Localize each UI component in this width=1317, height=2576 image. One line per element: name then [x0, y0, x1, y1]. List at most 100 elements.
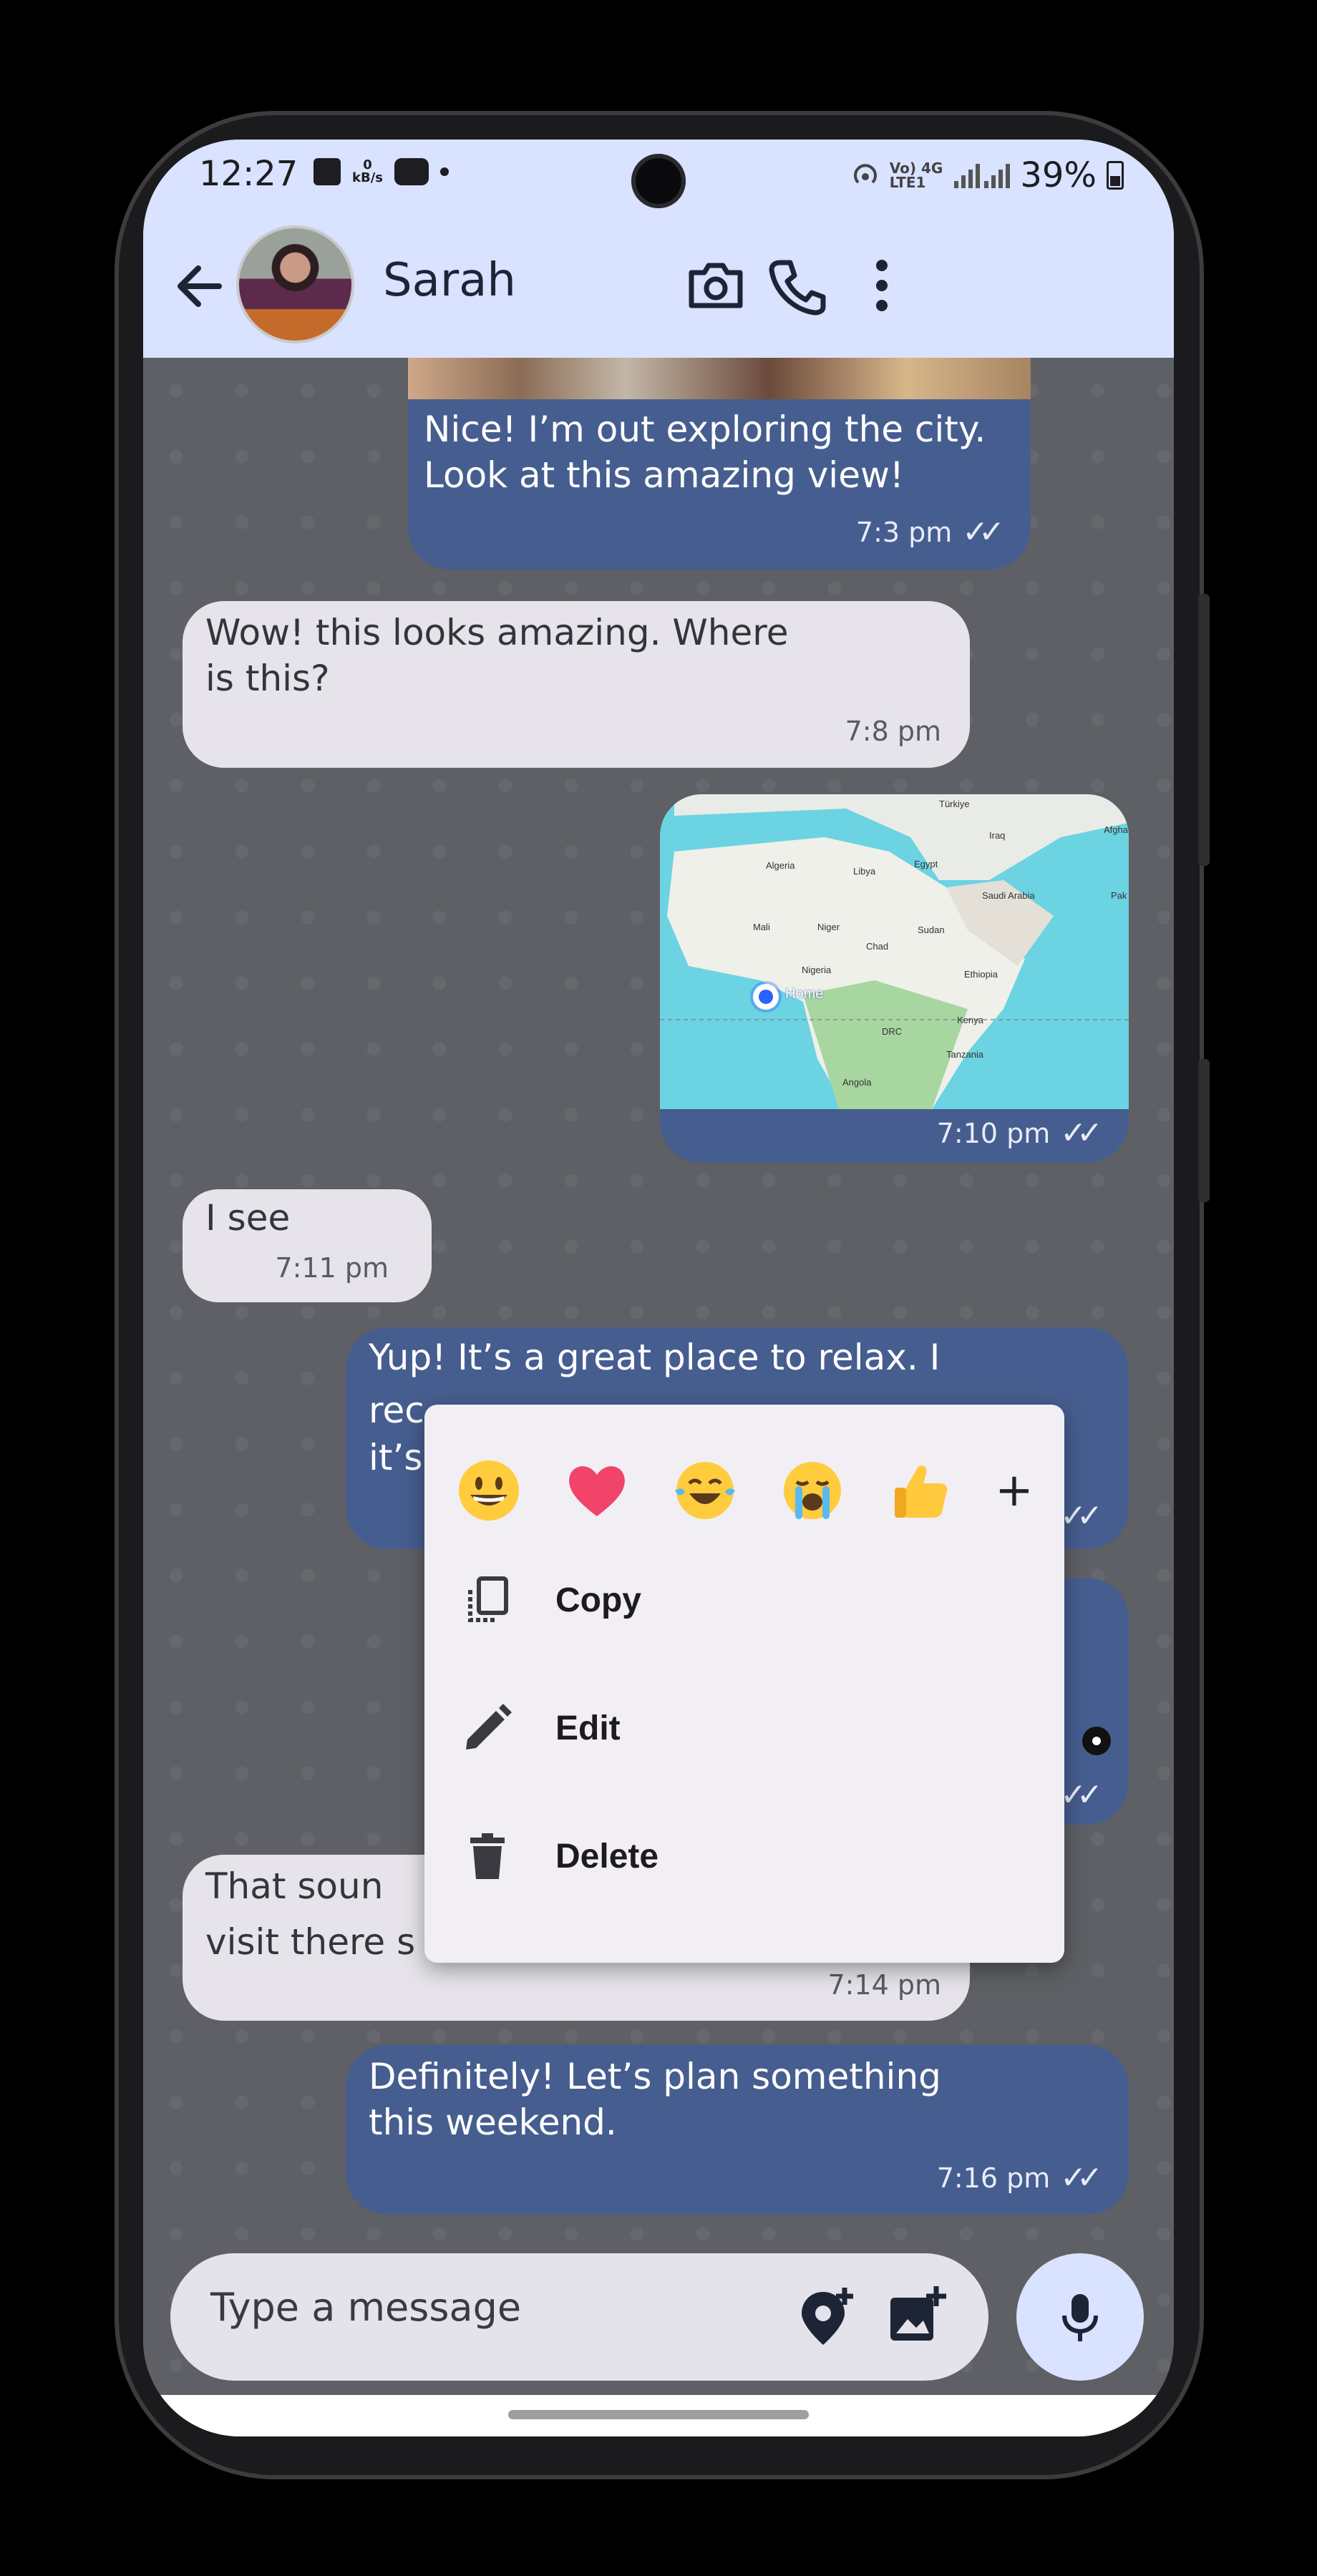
location-pin-label: Home [785, 986, 824, 1002]
youtube-icon [394, 158, 429, 185]
read-receipt-icon: ✓✓ [1060, 2160, 1103, 2196]
trash-icon [470, 1833, 505, 1879]
message-text: Wow! this looks amazing. Where is this? [205, 612, 789, 699]
network-type-top: Vo) 4G [889, 160, 943, 177]
message-time: 7:3 pm [855, 516, 953, 548]
pencil-icon [466, 1704, 512, 1750]
front-camera [631, 154, 686, 208]
camera-icon[interactable] [679, 248, 753, 323]
play-button-icon[interactable] [1082, 1727, 1111, 1755]
message-meta: 7:10 pm ✓✓ [936, 1115, 1103, 1151]
map-label: Angola [842, 1077, 872, 1088]
shared-photo-partial[interactable] [408, 358, 1031, 399]
message-bubble-outgoing[interactable]: Definitely! Let’s plan something this we… [346, 2045, 1129, 2215]
message-meta: 7:3 pm ✓✓ [855, 514, 1005, 550]
message-text: rec [369, 1390, 424, 1431]
phone-icon[interactable] [759, 248, 833, 323]
contact-avatar[interactable] [236, 225, 354, 343]
map-label: Mali [753, 922, 770, 932]
location-pin-icon [753, 984, 779, 1010]
message-text: visit there s [205, 1921, 416, 1963]
menu-item-label: Delete [555, 1837, 659, 1875]
read-receipt-icon: ✓✓ [962, 514, 1005, 550]
menu-item-label: Edit [555, 1709, 621, 1747]
system-icons: Vo) 4G LTE1 39% [851, 155, 1124, 195]
reaction-grinning-face[interactable] [453, 1455, 525, 1526]
more-options-icon[interactable] [845, 248, 919, 323]
message-meta: ✓✓ [1060, 1498, 1103, 1534]
network-speed-unit: kB/s [352, 170, 383, 185]
signal-icon [954, 164, 1011, 188]
message-meta: 7:8 pm [845, 716, 941, 747]
add-location-icon[interactable] [793, 2282, 862, 2351]
copy-icon [468, 1576, 508, 1622]
read-receipt-icon: ✓✓ [1060, 1115, 1103, 1151]
message-bubble-incoming[interactable]: I see 7:11 pm [183, 1189, 432, 1302]
volume-button [1198, 594, 1210, 866]
map-label: Kenya [957, 1015, 983, 1025]
message-bubble-incoming[interactable]: Wow! this looks amazing. Where is this? … [183, 601, 970, 768]
reaction-loudly-crying[interactable] [777, 1455, 848, 1526]
map-label: Türkiye [939, 799, 970, 809]
network-type: Vo) 4G LTE1 [890, 161, 943, 190]
chat-header: Sarah [143, 218, 1174, 358]
voice-message-button[interactable] [1016, 2253, 1144, 2381]
message-time: 7:10 pm [936, 1117, 1051, 1149]
network-type-bottom: LTE1 [889, 174, 926, 191]
message-time: 7:8 pm [845, 716, 941, 747]
menu-item-copy[interactable]: Copy [424, 1539, 1064, 1661]
network-speed: 0 kB/s [352, 159, 383, 185]
reaction-heart[interactable] [561, 1455, 633, 1526]
power-button [1198, 1059, 1210, 1202]
add-photo-icon[interactable] [883, 2282, 952, 2351]
message-text: Yup! It’s a great place to relax. I [369, 1337, 941, 1378]
message-meta: 7:11 pm [275, 1252, 389, 1284]
map-label: Pak [1111, 890, 1127, 901]
reaction-tears-of-joy[interactable] [669, 1455, 741, 1526]
map-land-shape [660, 794, 1129, 1109]
message-context-menu: + Copy Edit Delete [424, 1405, 1064, 1963]
phone-screen: 12:27 0 kB/s Vo) 4G LTE1 39% Sarah Nice!… [143, 140, 1174, 2436]
message-text: I see [205, 1197, 291, 1239]
more-reactions-icon[interactable]: + [993, 1464, 1036, 1517]
map-label: Ethiopia [964, 969, 998, 980]
message-bubble-location[interactable]: Türkiye Iraq Afghan Algeria Libya Egypt … [660, 794, 1129, 1163]
notification-icons: 0 kB/s [314, 158, 449, 185]
map-label: Saudi Arabia [982, 890, 1035, 901]
menu-item-delete[interactable]: Delete [424, 1795, 1064, 1917]
battery-icon [1107, 161, 1124, 190]
read-receipt-icon: ✓✓ [1060, 1498, 1103, 1534]
home-gesture-bar[interactable] [508, 2410, 809, 2419]
message-time: 7:14 pm [827, 1969, 941, 2001]
read-receipt-icon: ✓✓ [1060, 1777, 1103, 1813]
location-map[interactable]: Türkiye Iraq Afghan Algeria Libya Egypt … [660, 794, 1129, 1109]
microphone-icon [1062, 2294, 1098, 2341]
message-time: 7:11 pm [275, 1252, 389, 1284]
message-text: it’s [369, 1437, 423, 1478]
map-label: Tanzania [946, 1049, 984, 1060]
map-label: Egypt [914, 859, 938, 869]
battery-percent: 39% [1020, 155, 1097, 195]
menu-item-edit[interactable]: Edit [424, 1667, 1064, 1789]
map-label: DRC [882, 1026, 903, 1037]
message-text: That soun [205, 1865, 384, 1907]
contact-name[interactable]: Sarah [383, 254, 516, 307]
reaction-thumbs-up[interactable] [885, 1455, 956, 1526]
map-label: Chad [866, 941, 889, 952]
gallery-icon [314, 158, 341, 185]
map-label: Algeria [766, 860, 795, 871]
more-notifications-dot [439, 167, 449, 176]
message-meta: 7:16 pm ✓✓ [937, 2160, 1103, 2196]
message-text: Nice! I’m out exploring the city. Look a… [424, 409, 986, 496]
reaction-bar: + [453, 1448, 1036, 1533]
message-input[interactable]: Type a message [210, 2285, 521, 2330]
menu-item-label: Copy [555, 1581, 641, 1619]
hotspot-icon [853, 164, 877, 184]
back-arrow-icon[interactable] [159, 247, 238, 326]
message-meta: ✓✓ [1060, 1777, 1103, 1813]
map-label: Nigeria [802, 965, 832, 975]
status-time: 12:27 [199, 154, 298, 194]
message-text: Definitely! Let’s plan something this we… [369, 2056, 941, 2143]
message-bubble-outgoing[interactable]: Nice! I’m out exploring the city. Look a… [408, 399, 1031, 570]
message-input-bar[interactable]: Type a message [170, 2253, 988, 2381]
